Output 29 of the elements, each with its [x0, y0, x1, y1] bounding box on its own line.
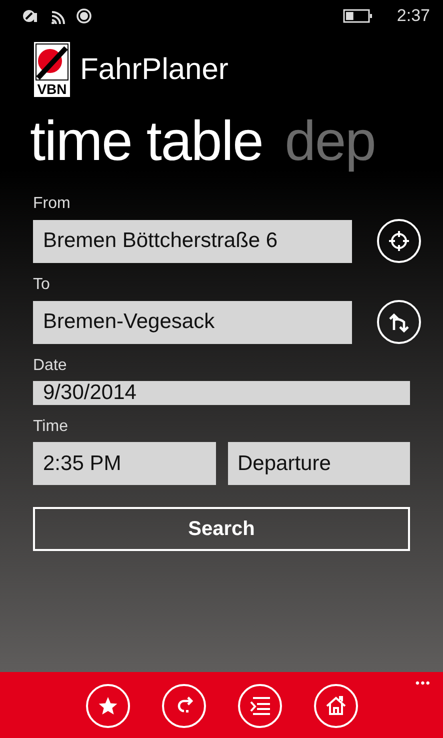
home-icon — [324, 695, 346, 717]
list-icon — [248, 696, 272, 716]
more-button[interactable]: ••• — [415, 676, 431, 690]
swap-button[interactable] — [377, 300, 421, 344]
app-logo: VBN — [34, 42, 70, 97]
pivot-header[interactable]: time table — [30, 108, 263, 172]
phone-status-icon — [22, 8, 38, 24]
app-title: FahrPlaner — [80, 52, 228, 86]
date-field[interactable]: 9/30/2014 — [33, 381, 410, 405]
status-time: 2:37 — [396, 6, 430, 26]
from-field[interactable]: Bremen Böttcherstraße 6 — [33, 220, 352, 262]
locate-button[interactable] — [377, 219, 421, 263]
star-icon — [98, 696, 118, 716]
search-button[interactable]: Search — [33, 507, 410, 551]
time-label: Time — [33, 418, 69, 436]
redo-button[interactable] — [162, 684, 206, 728]
star-button[interactable] — [86, 684, 130, 728]
location-status-icon — [76, 8, 92, 24]
from-label: From — [33, 195, 72, 213]
time-field[interactable]: 2:35 PM — [33, 442, 216, 485]
list-button[interactable] — [238, 684, 282, 728]
date-label: Date — [33, 357, 68, 375]
pivot-header[interactable]: dep — [284, 108, 376, 172]
battery-icon — [342, 9, 373, 23]
mode-field[interactable]: Departure — [228, 442, 410, 485]
home-button[interactable] — [314, 684, 358, 728]
to-label: To — [33, 276, 51, 294]
crosshair-icon — [387, 229, 411, 253]
to-field[interactable]: Bremen-Vegesack — [33, 300, 352, 344]
